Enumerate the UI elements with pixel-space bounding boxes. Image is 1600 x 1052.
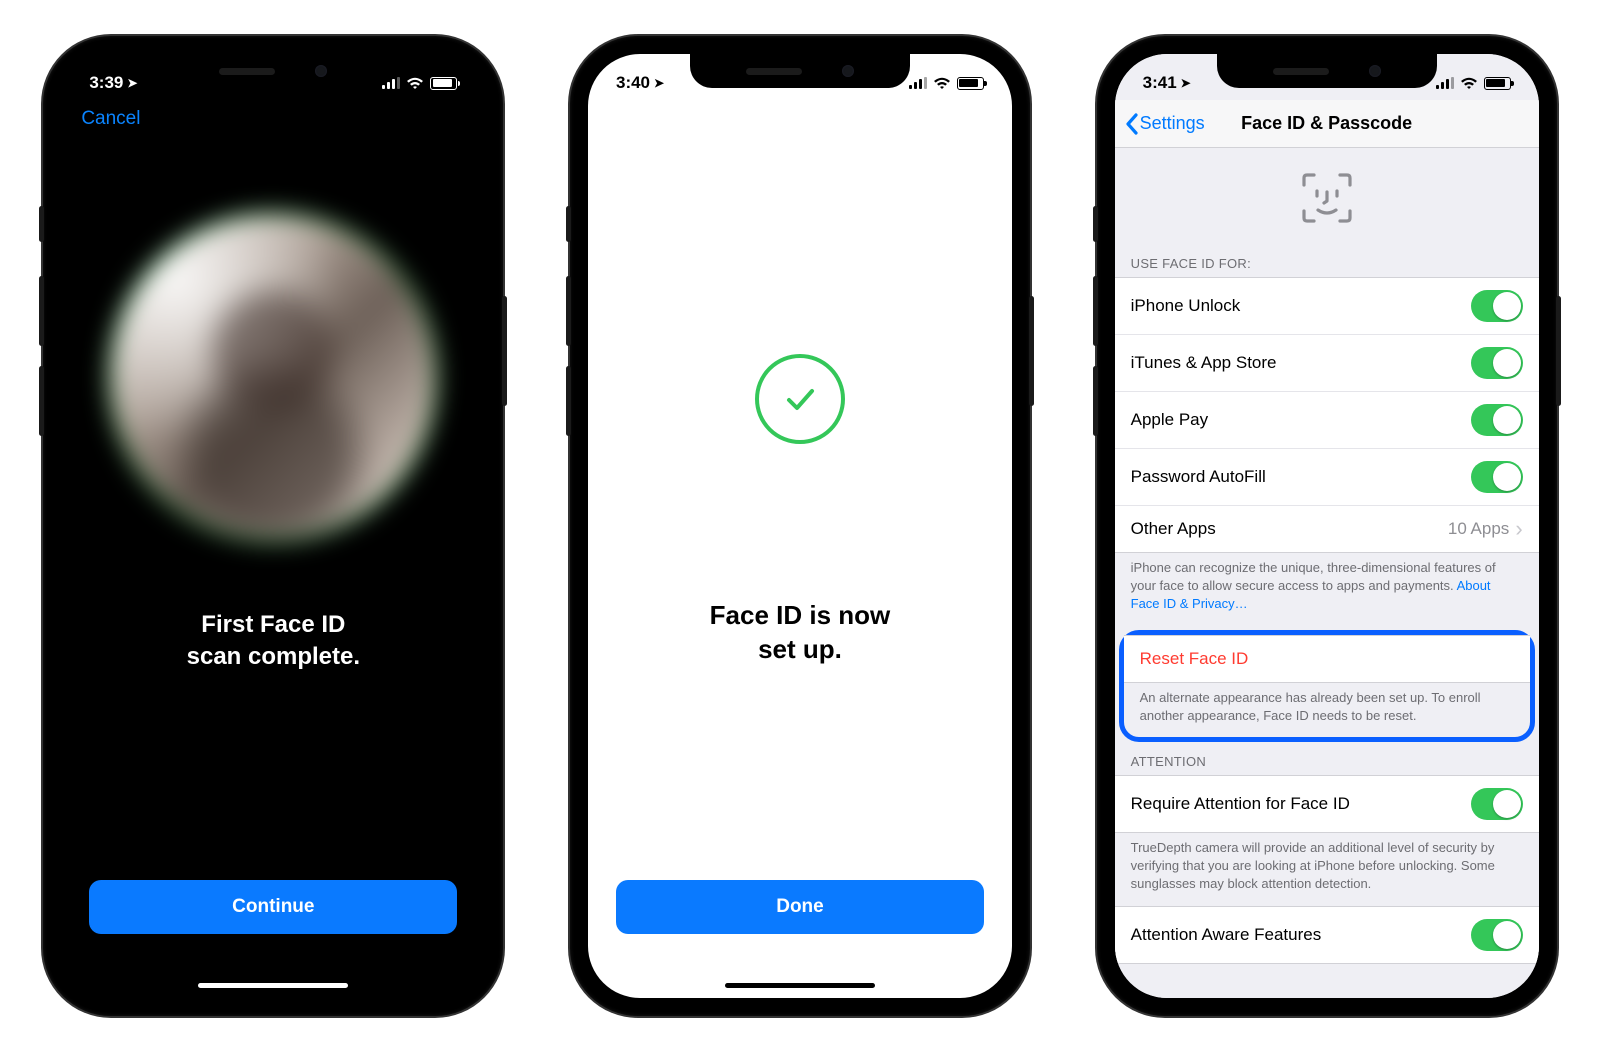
done-button[interactable]: Done <box>616 880 984 934</box>
cell-label: iPhone Unlock <box>1131 296 1241 316</box>
highlight-annotation: Reset Face ID An alternate appearance ha… <box>1119 630 1535 742</box>
face-scan-preview <box>108 212 438 542</box>
home-indicator[interactable] <box>198 983 348 988</box>
notch <box>690 54 910 88</box>
wifi-icon <box>1460 77 1478 90</box>
status-time: 3:41 <box>1143 73 1177 93</box>
screen-faceid-settings: 3:41 ➤ Settings Face ID & Passcode <box>1115 54 1539 998</box>
cell-label: Password AutoFill <box>1131 467 1266 487</box>
location-icon: ➤ <box>654 76 664 90</box>
screen-faceid-done: 3:40 ➤ Face ID is now set up. Done <box>588 54 1012 998</box>
reset-footer: An alternate appearance has already been… <box>1124 683 1530 737</box>
cell-apple-pay[interactable]: Apple Pay <box>1115 392 1539 449</box>
battery-icon <box>957 77 984 90</box>
notch <box>163 54 383 88</box>
cancel-button[interactable]: Cancel <box>81 108 140 130</box>
cell-password-autofill[interactable]: Password AutoFill <box>1115 449 1539 506</box>
toggle-switch[interactable] <box>1471 404 1523 436</box>
faceid-icon <box>1115 148 1539 248</box>
phone-frame-1: 3:39 ➤ Cancel First Face ID scan complete… <box>43 36 503 1016</box>
checkmark-icon <box>755 354 845 444</box>
cell-other-apps[interactable]: Other Apps 10 Apps› <box>1115 506 1539 552</box>
cell-label: Other Apps <box>1131 519 1216 539</box>
cell-reset-faceid[interactable]: Reset Face ID <box>1124 636 1530 682</box>
toggle-switch[interactable] <box>1471 788 1523 820</box>
continue-button[interactable]: Continue <box>89 880 457 934</box>
setup-complete-text: Face ID is now set up. <box>588 599 1012 667</box>
toggle-switch[interactable] <box>1471 347 1523 379</box>
phone-frame-3: 3:41 ➤ Settings Face ID & Passcode <box>1097 36 1557 1016</box>
page-title: Face ID & Passcode <box>1241 113 1412 134</box>
cell-require-attention[interactable]: Require Attention for Face ID <box>1115 776 1539 832</box>
cell-label: iTunes & App Store <box>1131 353 1277 373</box>
screen-faceid-scan: 3:39 ➤ Cancel First Face ID scan complete… <box>61 54 485 998</box>
wifi-icon <box>933 77 951 90</box>
cell-attention-aware[interactable]: Attention Aware Features <box>1115 907 1539 963</box>
cell-detail: 10 Apps <box>1448 519 1509 539</box>
nav-bar: Settings Face ID & Passcode <box>1115 100 1539 148</box>
group-header-attention: ATTENTION <box>1115 746 1539 775</box>
group-header-use-faceid: USE FACE ID FOR: <box>1115 248 1539 277</box>
wifi-icon <box>406 77 424 90</box>
notch <box>1217 54 1437 88</box>
toggle-switch[interactable] <box>1471 919 1523 951</box>
scan-status-text: First Face ID scan complete. <box>61 609 485 674</box>
location-icon: ➤ <box>127 76 137 90</box>
cellular-icon <box>382 77 400 89</box>
battery-icon <box>1484 77 1511 90</box>
cell-label: Apple Pay <box>1131 410 1209 430</box>
cellular-icon <box>909 77 927 89</box>
back-label: Settings <box>1140 113 1205 134</box>
toggle-switch[interactable] <box>1471 290 1523 322</box>
cell-label: Require Attention for Face ID <box>1131 794 1350 814</box>
back-button[interactable]: Settings <box>1125 113 1205 135</box>
location-icon: ➤ <box>1181 76 1191 90</box>
phone-frame-2: 3:40 ➤ Face ID is now set up. Done <box>570 36 1030 1016</box>
attention-footer: TrueDepth camera will provide an additio… <box>1115 833 1539 906</box>
cell-label: Reset Face ID <box>1140 649 1249 669</box>
cell-itunes-appstore[interactable]: iTunes & App Store <box>1115 335 1539 392</box>
toggle-switch[interactable] <box>1471 461 1523 493</box>
group-footer: iPhone can recognize the unique, three-d… <box>1115 553 1539 626</box>
status-time: 3:39 <box>89 73 123 93</box>
status-time: 3:40 <box>616 73 650 93</box>
cell-iphone-unlock[interactable]: iPhone Unlock <box>1115 278 1539 335</box>
cell-label: Attention Aware Features <box>1131 925 1322 945</box>
cellular-icon <box>1436 77 1454 89</box>
home-indicator[interactable] <box>725 983 875 988</box>
battery-icon <box>430 77 457 90</box>
